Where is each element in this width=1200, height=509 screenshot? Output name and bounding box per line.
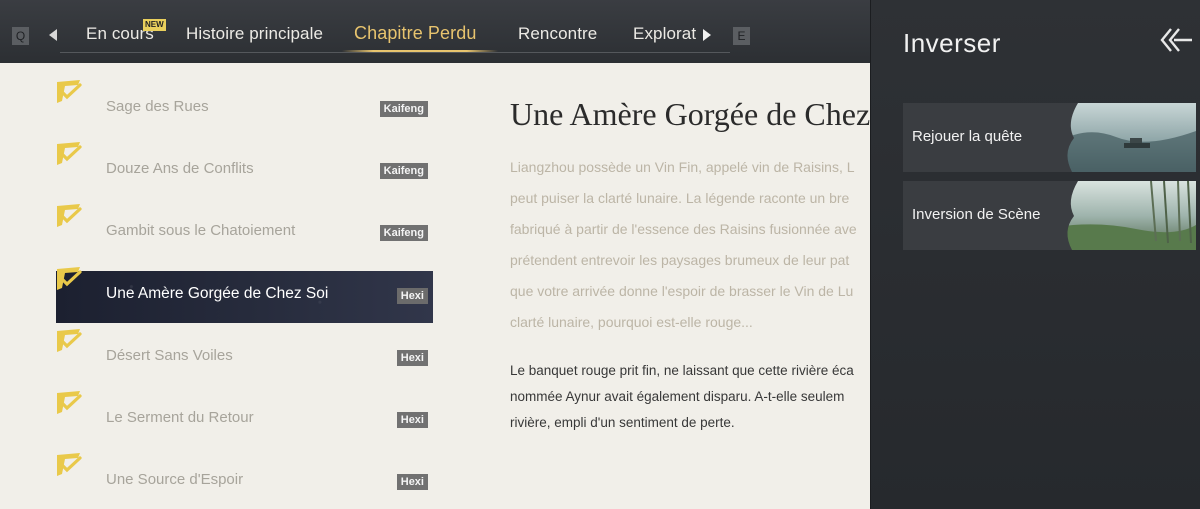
quest-title: Une Amère Gorgée de Chez Soi <box>106 285 329 302</box>
replay-quest-button[interactable]: Rejouer la quête <box>903 103 1196 172</box>
quest-row[interactable]: Douze Ans de Conflits Kaifeng <box>56 142 433 198</box>
region-badge: Hexi <box>396 350 428 366</box>
tab-exploration[interactable]: Explorat <box>633 24 696 44</box>
region-badge: Hexi <box>396 288 428 304</box>
nav-prev-icon[interactable] <box>49 29 57 41</box>
description-line: que votre arrivée donne l'espoir de bras… <box>510 283 854 299</box>
description-line: clarté lunaire, pourquoi est-elle rouge.… <box>510 314 753 330</box>
description-line: fabriqué à partir de l'essence des Raisi… <box>510 221 857 237</box>
region-badge: Kaifeng <box>379 225 428 241</box>
q-key-hint[interactable]: Q <box>12 27 29 45</box>
tab-divider <box>60 52 730 53</box>
completed-check-icon <box>57 142 82 165</box>
panel-title: Inverser <box>903 28 1001 58</box>
scene-inversion-button[interactable]: Inversion de Scène <box>903 181 1196 250</box>
quest-detail: Une Amère Gorgée de Chez Liangzhou possè… <box>510 96 870 509</box>
quest-row[interactable]: Le Serment du Retour Hexi <box>56 391 433 447</box>
quest-row[interactable]: Une Amère Gorgée de Chez Soi Hexi <box>56 267 433 323</box>
bamboo-river-thumbnail <box>1056 181 1196 250</box>
note-line: nommée Aynur avait également disparu. A-… <box>510 389 845 404</box>
quest-row[interactable]: Désert Sans Voiles Hexi <box>56 329 433 385</box>
description-line: prétendent entrevoir les paysages brumeu… <box>510 252 850 268</box>
completed-check-icon <box>57 453 82 476</box>
quest-title: Gambit sous le Chatoiement <box>106 222 296 239</box>
tab-chapitre-perdu[interactable]: Chapitre Perdu <box>354 23 476 44</box>
completed-check-icon <box>57 329 82 352</box>
region-badge: Hexi <box>396 474 428 490</box>
inverser-panel: Inverser Rejouer la quête Inversion de S… <box>870 0 1200 509</box>
completed-check-icon <box>57 391 82 414</box>
note-line: rivière, empli d'un sentiment de perte. <box>510 415 735 430</box>
quest-row[interactable]: Gambit sous le Chatoiement Kaifeng <box>56 204 433 260</box>
quest-title: Une Source d'Espoir <box>106 471 244 488</box>
quest-description: Liangzhou possède un Vin Fin, appelé vin… <box>510 152 870 338</box>
nav-next-icon[interactable] <box>703 29 711 41</box>
quest-detail-title: Une Amère Gorgée de Chez <box>510 96 870 132</box>
quest-row[interactable]: Sage des Rues Kaifeng <box>56 80 433 136</box>
scene-inversion-label: Inversion de Scène <box>912 206 1041 223</box>
quest-title: Sage des Rues <box>106 98 209 115</box>
quest-outcome-note: Le banquet rouge prit fin, ne laissant q… <box>510 358 870 436</box>
quest-title: Douze Ans de Conflits <box>106 160 254 177</box>
replay-quest-label: Rejouer la quête <box>912 128 1023 145</box>
note-line: Le banquet rouge prit fin, ne laissant q… <box>510 363 854 378</box>
quest-title: Le Serment du Retour <box>106 409 254 426</box>
e-key-hint[interactable]: E <box>733 27 750 45</box>
new-badge: NEW <box>143 19 166 31</box>
misty-lake-thumbnail <box>1056 103 1196 172</box>
active-tab-indicator <box>342 50 498 52</box>
completed-check-icon <box>57 204 82 227</box>
region-badge: Hexi <box>396 412 428 428</box>
region-badge: Kaifeng <box>379 101 428 117</box>
quest-title: Désert Sans Voiles <box>106 347 233 364</box>
quest-list: Sage des Rues Kaifeng Douze Ans de Conflit… <box>0 63 460 509</box>
description-line: peut puiser la clarté lunaire. La légend… <box>510 190 850 206</box>
description-line: Liangzhou possède un Vin Fin, appelé vin… <box>510 159 855 175</box>
collapse-panel-icon[interactable] <box>1159 27 1193 53</box>
quest-row[interactable]: Une Source d'Espoir Hexi <box>56 453 433 509</box>
tab-histoire-principale[interactable]: Histoire principale <box>186 24 323 44</box>
tab-rencontre[interactable]: Rencontre <box>518 24 597 44</box>
region-badge: Kaifeng <box>379 163 428 179</box>
completed-check-icon <box>57 267 82 290</box>
completed-check-icon <box>57 80 82 103</box>
